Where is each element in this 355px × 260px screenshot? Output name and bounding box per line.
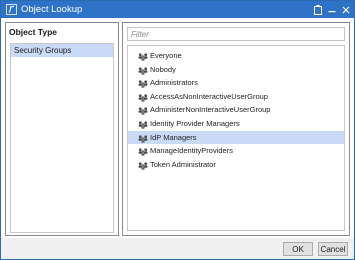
object-list-item-label: Nobody (150, 64, 176, 74)
object-list-item[interactable]: Token Administrator (128, 158, 344, 172)
window-restore-icon[interactable] (312, 4, 323, 16)
object-list-item[interactable]: ManageIdentityProviders (128, 144, 344, 158)
dialog-body: Object Type Security Groups Everyone Nobo… (1, 18, 354, 238)
ok-button[interactable]: OK (283, 242, 313, 256)
title-bar: Object Lookup (1, 1, 354, 18)
object-list-item-label: AdministerNonInteractiveUserGroup (150, 105, 271, 115)
object-list-item[interactable]: IdP Managers (128, 130, 344, 145)
object-list-item-label: ManageIdentityProviders (150, 146, 233, 156)
group-icon (138, 134, 148, 143)
window-minimize-icon[interactable] (326, 4, 337, 16)
object-type-item-security-groups[interactable]: Security Groups (11, 44, 113, 57)
object-list[interactable]: Everyone Nobody Administrators AccessAsNonI… (127, 45, 345, 231)
object-list-item-label: Administrators (150, 78, 198, 88)
objects-panel: Everyone Nobody Administrators AccessAsNonI… (122, 22, 350, 236)
window-close-icon[interactable] (340, 4, 351, 16)
cancel-button[interactable]: Cancel (318, 242, 348, 256)
object-list-item[interactable]: AdministerNonInteractiveUserGroup (128, 103, 344, 117)
group-icon (138, 161, 148, 170)
dialog-footer: OK Cancel (1, 238, 354, 259)
object-type-header: Object Type (9, 27, 58, 37)
group-icon (138, 93, 148, 102)
group-icon (138, 66, 148, 75)
group-icon (138, 106, 148, 116)
object-list-item-label: AccessAsNonInteractiveUserGroup (150, 91, 268, 101)
group-icon (138, 147, 148, 156)
group-icon (138, 79, 148, 88)
group-icon (138, 120, 148, 129)
object-list-item[interactable]: AccessAsNonInteractiveUserGroup (128, 90, 344, 104)
object-list-item[interactable]: Everyone (128, 49, 344, 63)
group-icon (138, 52, 148, 61)
filter-input[interactable] (127, 27, 345, 41)
object-list-item-label: Everyone (150, 51, 182, 60)
object-list-item[interactable]: Administrators (128, 76, 344, 90)
object-list-item[interactable]: Identity Provider Managers (128, 117, 344, 131)
app-logo-icon (5, 4, 17, 16)
object-list-item-label: Identity Provider Managers (150, 118, 240, 128)
object-type-list[interactable]: Security Groups (10, 43, 114, 233)
object-lookup-dialog: Object Lookup Object Type Security Group… (0, 0, 355, 260)
window-title: Object Lookup (21, 4, 83, 15)
object-list-item[interactable]: Nobody (128, 63, 344, 77)
object-list-item-label: IdP Managers (150, 132, 197, 142)
object-list-item-label: Token Administrator (150, 159, 216, 169)
object-type-panel: Object Type Security Groups (5, 22, 119, 236)
